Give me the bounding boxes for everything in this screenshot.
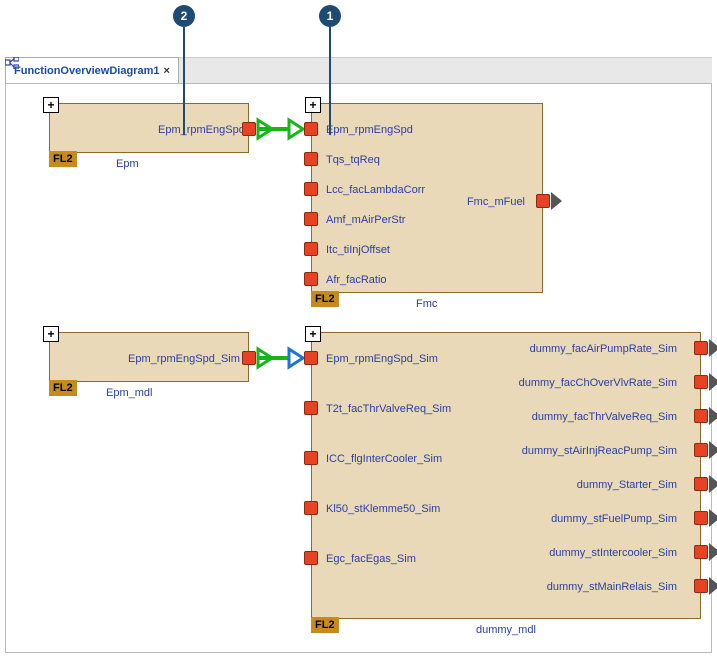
port-label-fmc-out-0: Fmc_mFuel	[467, 196, 525, 208]
badge-fl2-epm: FL2	[49, 151, 77, 167]
port-label-dummy-in-1: T2t_facThrValveReq_Sim	[326, 403, 451, 415]
port-label-fmc-in-0: Epm_rpmEngSpd	[326, 124, 413, 136]
arrow-icon	[710, 510, 717, 526]
port-epm-out[interactable]	[242, 122, 256, 136]
block-name-epm-mdl: Epm_mdl	[106, 387, 152, 399]
arrow-icon	[710, 340, 717, 356]
tab-bar: FunctionOverviewDiagram1 ×	[5, 57, 712, 85]
port-dummy-out-5[interactable]	[694, 511, 708, 525]
port-dummy-in-3[interactable]	[304, 501, 318, 515]
port-label-dummy-out-3: dummy_stAirInjReacPump_Sim	[522, 445, 677, 457]
port-label-dummy-out-2: dummy_facThrValveReq_Sim	[532, 411, 677, 423]
expander-icon[interactable]: +	[43, 326, 59, 342]
port-label-dummy-out-1: dummy_facChOverVlvRate_Sim	[519, 377, 677, 389]
port-label-dummy-out-6: dummy_stIntercooler_Sim	[549, 547, 677, 559]
port-fmc-in-0[interactable]	[304, 122, 318, 136]
arrow-icon	[710, 408, 717, 424]
port-fmc-in-2[interactable]	[304, 182, 318, 196]
badge-fl2-fmc: FL2	[311, 291, 339, 307]
port-dummy-out-4[interactable]	[694, 477, 708, 491]
callout-line-1	[329, 27, 331, 135]
port-fmc-in-4[interactable]	[304, 242, 318, 256]
port-label-fmc-in-2: Lcc_facLambdaCorr	[326, 184, 425, 196]
port-fmc-in-5[interactable]	[304, 272, 318, 286]
block-name-fmc: Fmc	[416, 298, 437, 310]
port-dummy-in-2[interactable]	[304, 451, 318, 465]
diagram-canvas[interactable]: + Epm_rpmEngSpd FL2 Epm + Epm_rpmEngSpd …	[5, 83, 712, 653]
arrow-icon	[710, 442, 717, 458]
badge-fl2-epm-mdl: FL2	[49, 380, 77, 396]
port-dummy-in-4[interactable]	[304, 551, 318, 565]
arrow-icon	[710, 374, 717, 390]
block-name-epm: Epm	[116, 158, 139, 170]
port-dummy-out-7[interactable]	[694, 579, 708, 593]
port-label-fmc-in-5: Afr_facRatio	[326, 274, 387, 286]
close-icon[interactable]: ×	[164, 65, 170, 77]
port-label-epm-mdl-out: Epm_rpmEngSpd_Sim	[128, 353, 240, 365]
expander-icon[interactable]: +	[305, 326, 321, 342]
port-dummy-out-2[interactable]	[694, 409, 708, 423]
port-label-dummy-out-0: dummy_facAirPumpRate_Sim	[530, 343, 677, 355]
badge-fl2-dummy: FL2	[311, 617, 339, 633]
tab-function-overview[interactable]: FunctionOverviewDiagram1 ×	[5, 57, 179, 84]
port-label-dummy-in-4: Egc_facEgas_Sim	[326, 553, 416, 565]
port-dummy-out-3[interactable]	[694, 443, 708, 457]
port-label-fmc-in-4: Itc_tiInjOffset	[326, 244, 390, 256]
port-label-dummy-out-7: dummy_stMainRelais_Sim	[547, 581, 677, 593]
callout-line-2	[183, 27, 185, 135]
port-label-dummy-in-0: Epm_rpmEngSpd_Sim	[326, 353, 438, 365]
port-label-dummy-in-2: ICC_flgInterCooler_Sim	[326, 453, 442, 465]
port-epm-mdl-out[interactable]	[242, 351, 256, 365]
port-dummy-in-0[interactable]	[304, 351, 318, 365]
arrow-icon	[552, 193, 562, 209]
port-label-fmc-in-1: Tqs_tqReq	[326, 154, 380, 166]
block-name-dummy: dummy_mdl	[476, 624, 536, 636]
callout-1: 1	[319, 5, 341, 27]
arrow-icon	[710, 578, 717, 594]
port-dummy-out-0[interactable]	[694, 341, 708, 355]
port-fmc-in-1[interactable]	[304, 152, 318, 166]
block-dummy-mdl[interactable]	[311, 332, 701, 619]
port-label-dummy-in-3: Kl50_stKlemme50_Sim	[326, 503, 440, 515]
port-label-fmc-in-3: Amf_mAirPerStr	[326, 214, 405, 226]
arrow-icon	[710, 544, 717, 560]
port-dummy-out-1[interactable]	[694, 375, 708, 389]
callout-2: 2	[173, 5, 195, 27]
port-dummy-in-1[interactable]	[304, 401, 318, 415]
port-label-epm-out: Epm_rpmEngSpd	[158, 124, 245, 136]
port-dummy-out-6[interactable]	[694, 545, 708, 559]
port-fmc-in-3[interactable]	[304, 212, 318, 226]
port-fmc-out-0[interactable]	[536, 194, 550, 208]
port-label-dummy-out-5: dummy_stFuelPump_Sim	[551, 513, 677, 525]
expander-icon[interactable]: +	[43, 97, 59, 113]
tab-bar-rest	[179, 57, 712, 83]
tab-title: FunctionOverviewDiagram1	[14, 65, 160, 77]
port-label-dummy-out-4: dummy_Starter_Sim	[577, 479, 677, 491]
expander-icon[interactable]: +	[305, 97, 321, 113]
arrow-icon	[710, 476, 717, 492]
